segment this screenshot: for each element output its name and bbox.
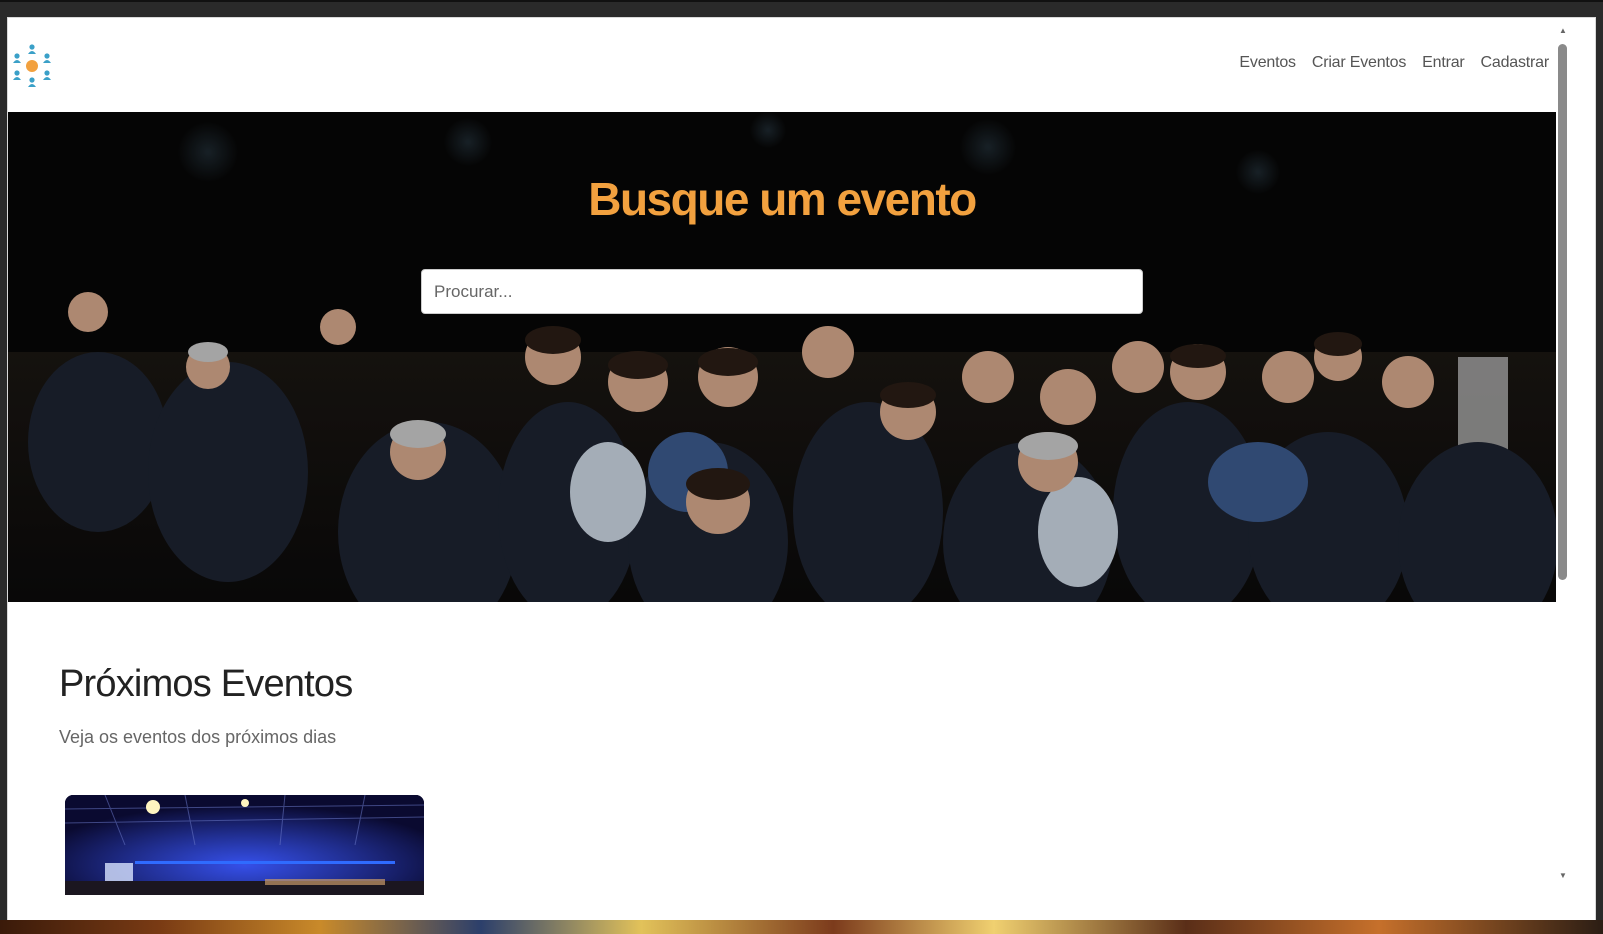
main-nav: Eventos Criar Eventos Entrar Cadastrar: [1239, 54, 1549, 72]
scroll-up-icon[interactable]: ▲: [1559, 26, 1567, 35]
nav-link-cadastrar[interactable]: Cadastrar: [1481, 54, 1550, 72]
hero-title: Busque um evento: [588, 173, 977, 225]
scrollbar-thumb[interactable]: [1558, 44, 1567, 580]
event-card-image: [65, 795, 424, 895]
event-search-input[interactable]: [421, 269, 1143, 314]
nav-link-eventos[interactable]: Eventos: [1239, 54, 1296, 72]
logo-icon[interactable]: [11, 42, 53, 90]
hero-banner: Busque um evento: [8, 112, 1556, 602]
browser-viewport: Eventos Criar Eventos Entrar Cadastrar B…: [7, 17, 1596, 922]
upcoming-events-title: Próximos Eventos: [59, 663, 353, 705]
nav-link-entrar[interactable]: Entrar: [1422, 54, 1465, 72]
desktop-wallpaper-strip: [0, 920, 1603, 934]
scroll-down-icon[interactable]: ▼: [1559, 871, 1567, 880]
navbar: Eventos Criar Eventos Entrar Cadastrar: [8, 18, 1595, 111]
upcoming-events-subtitle: Veja os eventos dos próximos dias: [59, 727, 337, 747]
window-top-border: [0, 0, 1603, 2]
event-card[interactable]: [65, 795, 424, 895]
nav-link-criar-eventos[interactable]: Criar Eventos: [1312, 54, 1407, 72]
